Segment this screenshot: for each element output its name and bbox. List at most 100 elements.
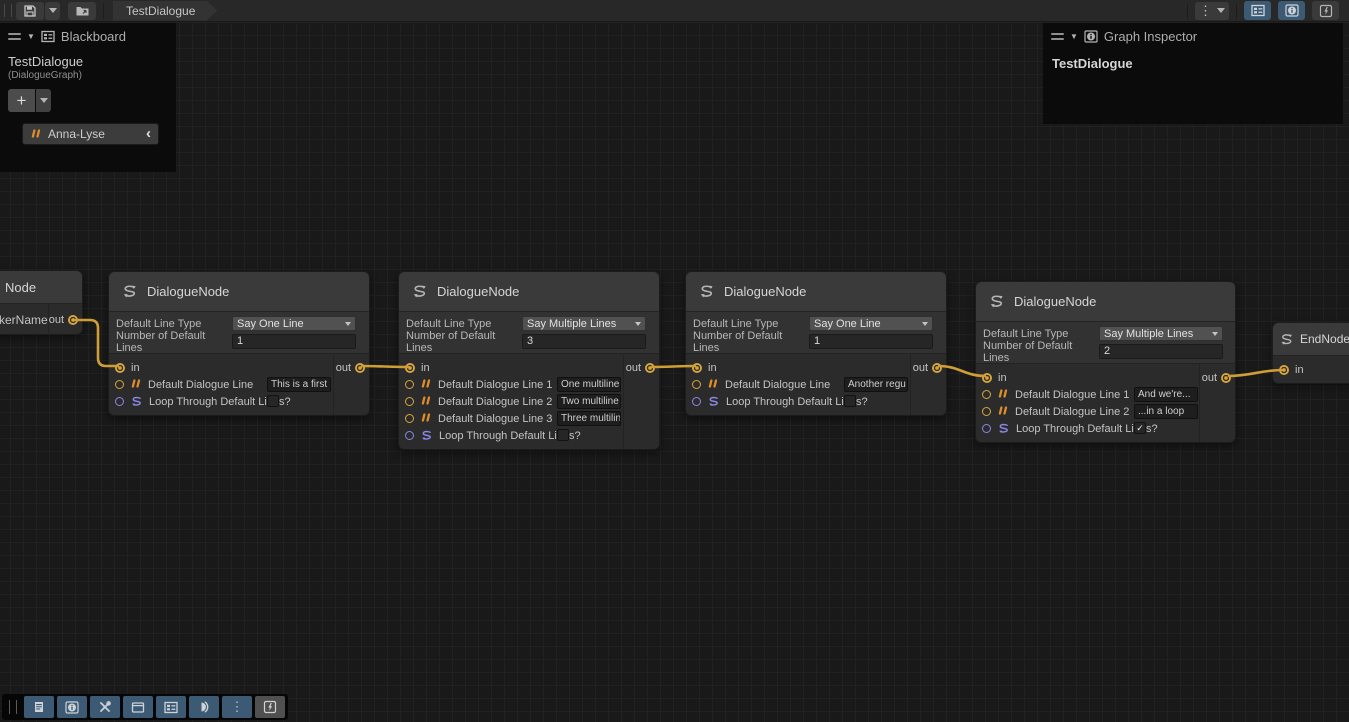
edge-dialogue2-to-dialogue3[interactable] (651, 366, 696, 367)
open-asset-button[interactable] (68, 2, 96, 20)
loop-checkbox[interactable] (267, 395, 279, 407)
inspector-button[interactable] (57, 696, 87, 718)
chevron-down-icon (345, 322, 351, 326)
loop-port[interactable] (405, 431, 414, 440)
tab-testdialogue[interactable]: TestDialogue (113, 1, 217, 21)
line-type-label: Default Line Type (109, 318, 232, 330)
dialogue-line-port[interactable] (982, 390, 991, 399)
more-options-button[interactable]: ⋮ (222, 696, 252, 718)
save-options-button[interactable] (45, 2, 60, 20)
kebab-icon: ⋮ (1199, 6, 1212, 16)
drag-handle-icon[interactable] (8, 33, 21, 40)
line-count-field[interactable]: 3 (522, 334, 646, 349)
loop-node-icon (420, 429, 433, 442)
info-icon (1285, 4, 1299, 17)
graph-inspector-panel[interactable]: ▼ Graph Inspector TestDialogue (1043, 23, 1343, 124)
add-variable-button[interactable]: + (8, 89, 35, 112)
blackboard-graph-name: TestDialogue (8, 54, 176, 69)
line-count-field[interactable]: 2 (1099, 344, 1223, 359)
open-folder-icon (75, 4, 90, 17)
toolbar-separator (1236, 3, 1237, 19)
dialogue-line-port[interactable] (982, 407, 991, 416)
in-port[interactable] (692, 363, 702, 373)
window-button[interactable] (123, 696, 153, 718)
line-type-dropdown[interactable]: Say Multiple Lines (1099, 326, 1223, 341)
node-dialogue-3[interactable]: DialogueNode Default Line Type Say One L… (685, 271, 947, 416)
dialogue-line-port[interactable] (692, 380, 701, 389)
tools-button[interactable] (90, 696, 120, 718)
blackboard-graph-type: (DialogueGraph) (8, 70, 176, 81)
loop-port[interactable] (982, 424, 991, 433)
lightning-icon (263, 700, 277, 714)
dialogue-line-field[interactable]: And we're... (1134, 387, 1198, 402)
info-icon (65, 701, 79, 714)
loop-port[interactable] (115, 397, 124, 406)
blackboard-button[interactable] (156, 696, 186, 718)
dialogue-line-field[interactable]: ...in a loop (1134, 404, 1198, 419)
out-port[interactable] (355, 363, 365, 373)
dialogue-graph-editor: TestDialogue ⋮ (0, 0, 1349, 722)
collapse-caret-icon[interactable]: ▼ (1070, 32, 1078, 41)
loop-checkbox[interactable] (557, 429, 569, 441)
auto-process-toggle-button[interactable] (1312, 1, 1339, 20)
blackboard-header[interactable]: ▼ Blackboard (0, 23, 176, 49)
node-dialogue-1[interactable]: DialogueNode Default Line Type Say One L… (108, 271, 370, 416)
line-count-field[interactable]: 1 (232, 334, 356, 349)
dialogue-line-field[interactable]: One multiline (557, 377, 621, 392)
line-count-field[interactable]: 1 (809, 334, 933, 349)
collapse-chevron-icon[interactable]: ‹ (146, 125, 151, 143)
blackboard-icon (41, 30, 55, 43)
toolbar-separator (1187, 3, 1188, 19)
dialogue-line-field[interactable]: Three multilin (557, 411, 621, 426)
dialogue-line-port[interactable] (405, 397, 414, 406)
toolbar-drag-handle[interactable] (4, 4, 12, 17)
collapse-caret-icon[interactable]: ▼ (27, 32, 35, 41)
auto-process-button[interactable] (255, 696, 285, 718)
node-library-button[interactable] (24, 696, 54, 718)
blackboard-panel[interactable]: ▼ Blackboard TestDialogue (DialogueGraph… (0, 23, 176, 172)
speaker-name-label: kerName (0, 304, 48, 335)
preview-button[interactable] (189, 696, 219, 718)
quote-icon (997, 389, 1009, 400)
add-variable-options-button[interactable] (36, 89, 51, 112)
save-button[interactable] (16, 2, 44, 20)
toolbar-drag-handle[interactable] (9, 700, 17, 714)
inspector-toggle-button[interactable] (1278, 1, 1305, 20)
line-type-dropdown[interactable]: Say One Line (232, 316, 356, 331)
node-dialogue-4[interactable]: DialogueNode Default Line Type Say Multi… (975, 281, 1236, 443)
line-type-dropdown[interactable]: Say One Line (809, 316, 933, 331)
chevron-down-icon (40, 98, 48, 103)
variable-anna-lyse[interactable]: Anna-Lyse ‹ (22, 123, 159, 145)
dialogue-line-field[interactable]: Two multiline (557, 394, 621, 409)
in-port[interactable] (115, 363, 125, 373)
more-options-button[interactable]: ⋮ (1195, 2, 1229, 20)
node-title: DialogueNode (399, 272, 659, 312)
in-port[interactable] (982, 373, 992, 383)
edge-dialogue1-to-dialogue2[interactable] (361, 366, 409, 367)
node-start[interactable]: Node kerName out (0, 270, 83, 335)
loop-checkbox[interactable]: ✓ (1134, 422, 1146, 434)
node-title: EndNode (1273, 323, 1349, 356)
graph-inspector-header[interactable]: ▼ Graph Inspector (1043, 23, 1343, 49)
line-type-dropdown[interactable]: Say Multiple Lines (522, 316, 646, 331)
blackboard-toggle-button[interactable] (1244, 1, 1271, 20)
dialogue-line-port[interactable] (115, 380, 124, 389)
loop-port[interactable] (692, 397, 701, 406)
line-type-label: Default Line Type (976, 328, 1099, 340)
dialogue-line-port[interactable] (405, 380, 414, 389)
blackboard-icon (1251, 4, 1265, 17)
node-dialogue-2[interactable]: DialogueNode Default Line Type Say Multi… (398, 271, 660, 450)
drag-handle-icon[interactable] (1051, 33, 1064, 40)
chevron-down-icon (635, 322, 641, 326)
loop-checkbox[interactable] (844, 395, 856, 407)
out-port[interactable] (932, 363, 942, 373)
out-port[interactable] (1221, 373, 1231, 383)
bottom-toolbar: ⋮ (2, 694, 288, 720)
dialogue-line-field[interactable]: This is a first (267, 377, 331, 392)
dialogue-line-field[interactable]: Another regu (844, 377, 908, 392)
info-icon (1084, 30, 1098, 43)
node-properties: Default Line Type Say Multiple Lines Num… (399, 312, 659, 354)
dialogue-line-port[interactable] (405, 414, 414, 423)
quote-icon (707, 379, 719, 390)
node-end[interactable]: EndNode in (1272, 322, 1349, 384)
